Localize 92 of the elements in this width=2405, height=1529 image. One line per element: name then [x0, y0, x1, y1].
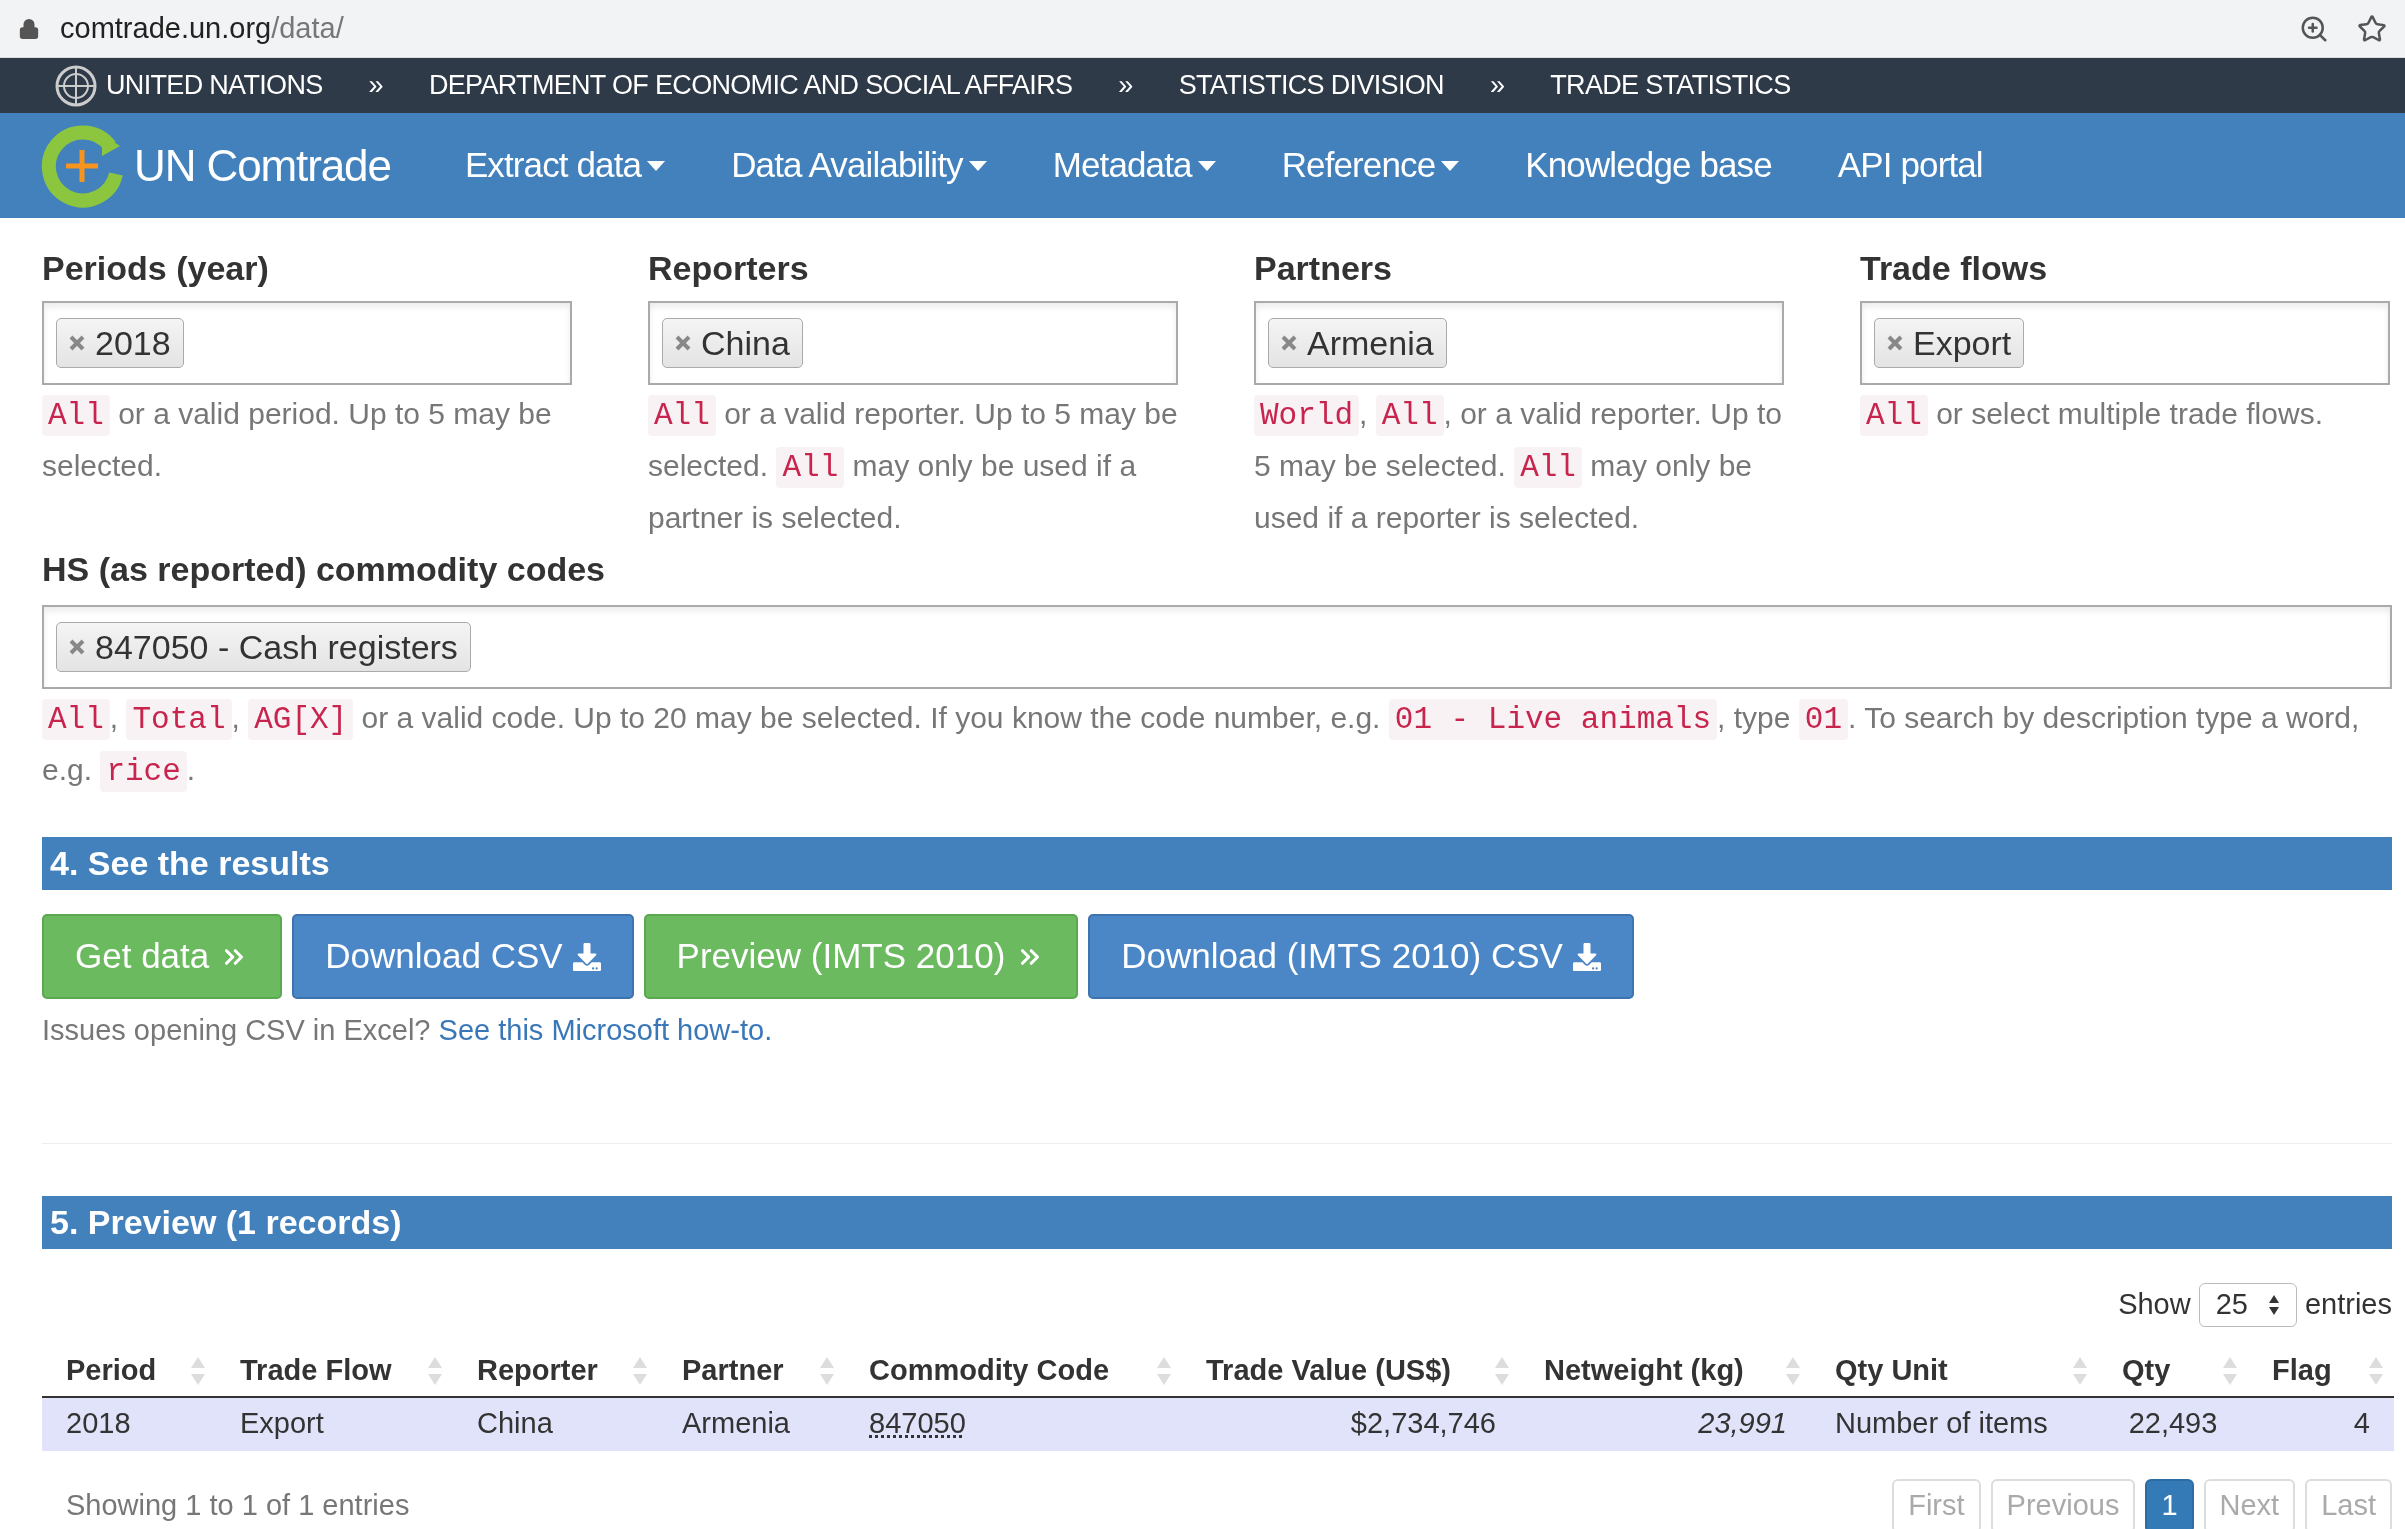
- tag-input-field[interactable]: 847050 - Cash registers: [42, 605, 2392, 689]
- table-cell: Number of items: [1835, 1407, 2048, 1440]
- filter-help-text: All or a valid period. Up to 5 may be selected.: [42, 394, 553, 484]
- filter-help-text: World , All , or a valid reporter. Up to 5 may be selected. All may only be used if a reporter is selected.: [1254, 394, 1783, 536]
- nav-link[interactable]: Extract data: [464, 139, 666, 192]
- show-label: Show: [2118, 1286, 2191, 1322]
- table-cell: 847050: [869, 1407, 966, 1440]
- nav-link[interactable]: Knowledge base: [1525, 139, 1772, 192]
- download-icon: [1572, 942, 1601, 971]
- section-header: 4. See the results: [42, 837, 2392, 890]
- column-header[interactable]: Partner: [682, 1349, 784, 1393]
- url-text[interactable]: comtrade.un.org/data/: [60, 6, 344, 51]
- breadcrumb-link[interactable]: UNITED NATIONS: [106, 65, 323, 106]
- csv-note: Issues opening CSV in Excel? See this Microsoft how-to.: [42, 1013, 774, 1048]
- caret-icon: [647, 160, 666, 171]
- pagination-button[interactable]: 1: [2145, 1478, 2194, 1529]
- caret-icon: [1197, 160, 1216, 171]
- sort-icon[interactable]: [2222, 1356, 2238, 1386]
- tag-input-field[interactable]: 2018: [42, 301, 572, 385]
- section-header: 5. Preview (1 records): [42, 1195, 2392, 1249]
- breadcrumb-link[interactable]: STATISTICS DIVISION: [1178, 65, 1444, 106]
- sort-icon[interactable]: [1785, 1356, 1801, 1386]
- table-cell: China: [477, 1407, 553, 1440]
- entries-label: entries: [2304, 1286, 2392, 1322]
- breadcrumb-link[interactable]: DEPARTMENT OF ECONOMIC AND SOCIAL AFFAIRS: [428, 65, 1073, 106]
- filter-help-text: All or a valid reporter. Up to 5 may be selected. All may only be used if a partner is selected.: [648, 394, 1178, 536]
- breadcrumb-link[interactable]: TRADE STATISTICS: [1550, 65, 1791, 106]
- remove-icon[interactable]: [69, 639, 85, 655]
- column-header[interactable]: Trade Flow: [240, 1349, 392, 1393]
- column-header[interactable]: Qty: [2122, 1349, 2171, 1393]
- tag-input-field[interactable]: Export: [1860, 301, 2390, 385]
- table-cell: Armenia: [682, 1407, 790, 1440]
- filter-label: Partners: [1254, 248, 1393, 288]
- brand-name[interactable]: UN Comtrade: [134, 132, 391, 199]
- tag-input-field[interactable]: China: [648, 301, 1178, 385]
- nav-link[interactable]: Reference: [1281, 139, 1460, 192]
- remove-icon[interactable]: [1887, 335, 1903, 351]
- filter-help-text: All or select multiple trade flows.: [1860, 389, 2390, 441]
- breadcrumb-separator: »: [1118, 69, 1133, 103]
- table-cell: 4: [2353, 1407, 2370, 1440]
- table-cell: 22,493: [2128, 1407, 2218, 1440]
- table-cell: $2,734,746: [1350, 1407, 1496, 1440]
- filter-label: Trade flows: [1860, 248, 2049, 288]
- caret-icon: [968, 160, 987, 171]
- selected-tag[interactable]: China: [662, 318, 803, 368]
- filter-label: Reporters: [648, 248, 810, 288]
- sort-icon[interactable]: [1494, 1356, 1510, 1386]
- spinner-arrows-icon: [2267, 1293, 2280, 1316]
- filter-help-text: All , Total , AG[X] or a valid code. Up to 20 may be selected. If you know the code number, e.g. 01 - Live animals , type 01 . To search by description type a word, e.g. rice .: [42, 693, 2392, 797]
- sort-icon[interactable]: [2072, 1356, 2088, 1386]
- remove-icon[interactable]: [1281, 335, 1297, 351]
- action-button[interactable]: Download (IMTS 2010) CSV: [1088, 914, 1634, 999]
- filter-label: Periods (year): [42, 248, 270, 288]
- download-icon: [572, 942, 601, 971]
- sort-icon[interactable]: [1156, 1356, 1172, 1386]
- selected-tag[interactable]: 2018: [56, 318, 184, 368]
- selected-tag[interactable]: 847050 - Cash registers: [56, 622, 471, 672]
- column-header[interactable]: Commodity Code: [869, 1349, 1110, 1393]
- tag-input-field[interactable]: Armenia: [1254, 301, 1784, 385]
- column-header[interactable]: Flag: [2272, 1349, 2332, 1393]
- remove-icon[interactable]: [69, 335, 85, 351]
- table-cell: 2018: [66, 1407, 131, 1440]
- filter-label: HS (as reported) commodity codes: [42, 549, 606, 589]
- selected-tag[interactable]: Export: [1874, 318, 2025, 368]
- column-header[interactable]: Reporter: [477, 1349, 598, 1393]
- bookmark-star-icon[interactable]: [2357, 13, 2387, 44]
- globe-emblem-icon: [54, 63, 98, 108]
- sort-icon[interactable]: [2368, 1356, 2384, 1386]
- breadcrumb-separator: »: [368, 69, 383, 103]
- comtrade-logo[interactable]: [40, 123, 124, 208]
- how-to-link[interactable]: See this Microsoft how-to.: [438, 1014, 773, 1046]
- nav-link[interactable]: Data Availability: [731, 139, 987, 192]
- table-cell: Export: [240, 1407, 324, 1440]
- selected-tag[interactable]: Armenia: [1268, 318, 1447, 368]
- nav-link[interactable]: API portal: [1837, 139, 1983, 192]
- table-info: Showing 1 to 1 of 1 entries: [66, 1487, 410, 1523]
- table-cell: 23,991: [1698, 1407, 1787, 1440]
- sort-icon[interactable]: [632, 1356, 648, 1386]
- column-header[interactable]: Netweight (kg): [1544, 1349, 1744, 1393]
- caret-icon: [1441, 160, 1460, 171]
- sort-icon[interactable]: [190, 1356, 206, 1386]
- column-header[interactable]: Trade Value (US$): [1206, 1349, 1451, 1393]
- page-size-select[interactable]: 25: [2198, 1282, 2297, 1327]
- column-header[interactable]: Qty Unit: [1835, 1349, 1948, 1393]
- lock-icon: [18, 17, 40, 40]
- action-button[interactable]: Download CSV: [292, 914, 634, 999]
- sort-icon[interactable]: [819, 1356, 835, 1386]
- breadcrumb-separator: »: [1489, 69, 1505, 103]
- nav-link[interactable]: Metadata: [1052, 139, 1216, 192]
- remove-icon[interactable]: [675, 335, 691, 351]
- sort-icon[interactable]: [427, 1356, 443, 1386]
- column-header[interactable]: Period: [66, 1349, 157, 1393]
